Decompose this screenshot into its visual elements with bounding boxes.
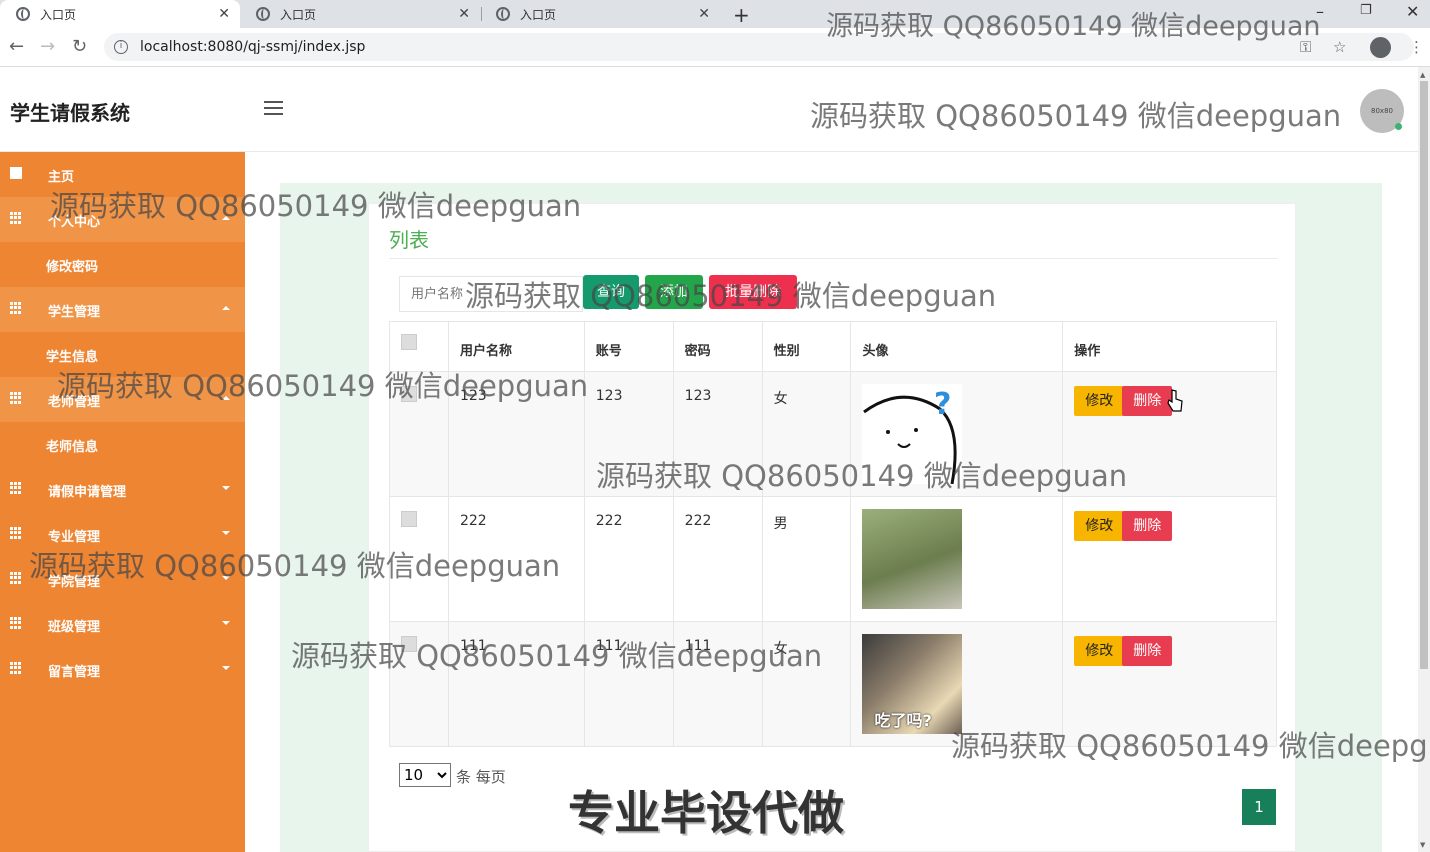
browser-tab-title: 入口页 (520, 7, 557, 22)
sidebar-item-leave-requests[interactable]: 请假申请管理 (0, 467, 245, 512)
caret-up-icon (222, 306, 230, 310)
watermark: 源码获取 QQ86050149 微信deepguan (465, 279, 997, 313)
column-header: 头像 (850, 321, 1064, 372)
close-icon[interactable]: ✕ (458, 6, 470, 22)
sidebar-item-label: 学生管理 (48, 305, 101, 320)
sidebar-item-class-management[interactable]: 班级管理 (0, 602, 245, 647)
close-icon[interactable]: ✕ (698, 6, 710, 22)
avatar-cell (850, 496, 1064, 622)
row-checkbox[interactable] (401, 511, 417, 527)
grid-icon (10, 662, 22, 674)
caret-down-icon (222, 666, 230, 670)
browser-tab-1[interactable]: 入口页 ✕ (0, 0, 240, 28)
scroll-down-icon[interactable]: ▼ (1420, 841, 1425, 849)
browser-tab-title: 入口页 (280, 7, 317, 22)
menu-dots-icon[interactable]: ⋮ (1409, 38, 1424, 56)
edit-button[interactable]: 修改 (1074, 511, 1125, 541)
password-cell: 222 (672, 496, 763, 622)
flag-icon (10, 167, 22, 179)
grid-icon (10, 617, 22, 629)
column-header[interactable]: 性别 (761, 321, 852, 372)
url-text: localhost:8080/qj-ssmj/index.jsp (140, 39, 366, 55)
watermark: 源码获取 QQ86050149 微信deepguan (596, 459, 1128, 493)
grid-icon (10, 482, 22, 494)
globe-icon (256, 7, 270, 21)
caret-down-icon (222, 486, 230, 490)
avatar-placeholder-text: 80x80 (1371, 107, 1393, 115)
browser-tab-title: 入口页 (40, 7, 77, 22)
sidebar-item-label: 班级管理 (48, 620, 101, 635)
avatar-image (862, 509, 963, 609)
new-tab-icon[interactable]: + (733, 3, 750, 27)
page-size-select[interactable]: 10 (399, 763, 451, 787)
actions-cell: 修改 删除 (1062, 496, 1277, 622)
grid-icon (10, 572, 22, 584)
sidebar-item-message-management[interactable]: 留言管理 (0, 647, 245, 692)
watermark: 源码获取 QQ86050149 微信deepguan (29, 549, 561, 583)
close-icon[interactable]: ✕ (218, 6, 230, 22)
star-icon[interactable]: ☆ (1333, 38, 1346, 56)
page-button-1[interactable]: 1 (1242, 789, 1276, 825)
globe-icon (496, 7, 510, 21)
sidebar: 主页 个人中心 修改密码 学生管理 学生信息 老师管理 老师信息 请假申请管理 … (0, 152, 245, 852)
watermark: 源码获取 QQ86050149 微信deepguan (951, 729, 1430, 763)
sidebar-item-label: 修改密码 (46, 260, 99, 275)
watermark: 源码获取 QQ86050149 微信deepguan (826, 11, 1321, 42)
grid-icon (10, 392, 22, 404)
avatar-image: 吃了吗? (862, 634, 963, 734)
sidebar-subitem-teacher-info[interactable]: 老师信息 (0, 422, 245, 467)
sidebar-item-label: 请假申请管理 (48, 485, 127, 500)
grid-icon (10, 302, 22, 314)
restore-icon[interactable]: ❐ (1360, 3, 1372, 18)
window-close-icon[interactable]: ✕ (1406, 2, 1419, 21)
browser-tab-2[interactable]: 入口页 ✕ (240, 0, 480, 28)
column-header[interactable]: 账号 (583, 321, 674, 372)
back-icon[interactable]: ← (9, 36, 24, 57)
app-brand: 学生请假系统 (10, 101, 130, 125)
account-cell: 222 (583, 496, 674, 622)
column-header: 操作 (1062, 321, 1277, 372)
grid-icon (10, 212, 22, 224)
select-all-checkbox[interactable] (401, 334, 417, 350)
edit-button[interactable]: 修改 (1074, 636, 1125, 666)
delete-button[interactable]: 删除 (1122, 386, 1173, 416)
forward-icon[interactable]: → (40, 36, 55, 57)
info-icon[interactable]: i (114, 40, 128, 54)
delete-button[interactable]: 删除 (1122, 636, 1173, 666)
scrollbar-thumb[interactable] (1420, 81, 1428, 669)
caret-down-icon (222, 621, 230, 625)
profile-icon[interactable] (1370, 37, 1391, 58)
promo-overlay-text: 专业毕设代做 (568, 786, 844, 840)
sidebar-subitem-change-password[interactable]: 修改密码 (0, 242, 245, 287)
page-title: 列表 (389, 228, 429, 252)
hand-cursor-icon (1167, 389, 1183, 412)
divider (389, 258, 1277, 259)
edit-button[interactable]: 修改 (1074, 386, 1125, 416)
page-size-label: 条 每页 (456, 768, 506, 786)
avatar-caption: 吃了吗? (874, 711, 932, 730)
scroll-up-icon[interactable]: ▲ (1420, 71, 1425, 79)
delete-button[interactable]: 删除 (1122, 511, 1173, 541)
column-header[interactable]: 密码 (672, 321, 763, 372)
gender-cell: 男 (761, 496, 852, 622)
watermark: 源码获取 QQ86050149 微信deepguan (810, 99, 1342, 133)
globe-icon (16, 7, 30, 21)
hamburger-icon[interactable] (264, 101, 283, 115)
browser-tab-3[interactable]: 入口页 ✕ (480, 0, 720, 28)
sidebar-item-label: 留言管理 (48, 665, 101, 680)
reload-icon[interactable]: ↻ (72, 36, 87, 57)
sidebar-item-label: 老师信息 (46, 440, 99, 455)
avatar[interactable]: 80x80 (1360, 89, 1404, 133)
watermark: 源码获取 QQ86050149 微信deepguan (57, 369, 589, 403)
watermark: 源码获取 QQ86050149 微信deepguan (291, 639, 823, 673)
watermark: 源码获取 QQ86050149 微信deepguan (50, 189, 582, 223)
grid-icon (10, 527, 22, 539)
caret-down-icon (222, 531, 230, 535)
sidebar-item-student-management[interactable]: 学生管理 (0, 287, 245, 332)
online-status-dot (1395, 123, 1402, 130)
svg-text:?: ? (934, 387, 951, 422)
